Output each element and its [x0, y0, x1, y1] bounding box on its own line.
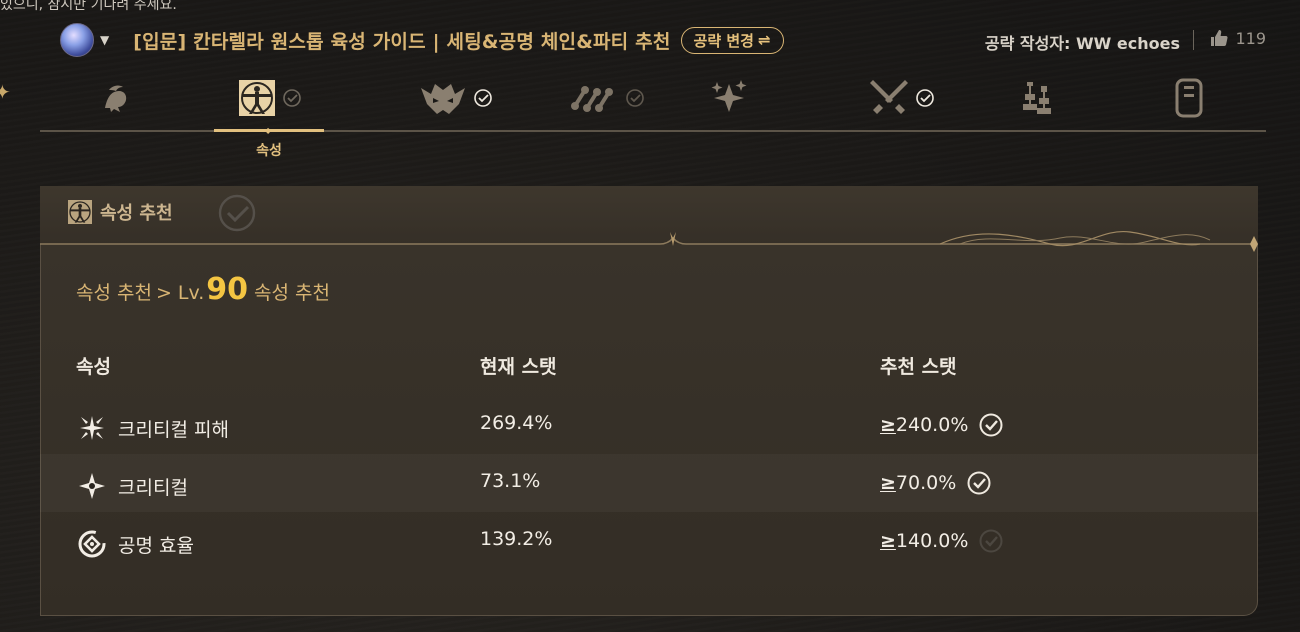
check-circle-icon	[979, 529, 1003, 553]
divider	[1193, 30, 1194, 50]
thumbs-up-icon	[1211, 30, 1228, 46]
recommended-cell: ≥70.0%	[880, 470, 992, 496]
attribute-name-cell: 공명 효율	[76, 528, 194, 560]
active-tab-label: 속성	[256, 143, 282, 159]
attribute-name: 크리티컬	[118, 476, 188, 499]
tab-character[interactable]	[60, 66, 170, 130]
breadcrumb: 속성 추천 > Lv. 90 속성 추천	[76, 272, 330, 307]
swap-arrows-icon: ⇌	[757, 31, 771, 49]
ge-symbol: ≥	[880, 472, 896, 494]
tab-attributes[interactable]	[214, 66, 324, 130]
recommended-cell: ≥240.0%	[880, 412, 1004, 438]
author-label: 공략 작성자: WW echoes	[984, 34, 1180, 53]
guide-tabs	[40, 66, 1266, 132]
tab-notes[interactable]	[1134, 66, 1244, 130]
indicator-diamond-icon: ◆	[265, 126, 272, 135]
check-circle-icon	[979, 413, 1003, 437]
column-attribute: 속성	[76, 356, 111, 378]
check-circle-icon	[474, 89, 492, 107]
character-avatar[interactable]	[60, 23, 94, 57]
panel-title-group: 속성 추천	[66, 198, 173, 226]
sparkle-icon	[711, 80, 747, 112]
notebook-icon	[1175, 78, 1203, 118]
breadcrumb-current: 속성 추천	[254, 282, 331, 304]
tab-echo[interactable]	[400, 66, 510, 130]
guide-header: ▼ [입문] 칸타렐라 원스톱 육성 가이드 | 세팅&공명 체인&파티 추천 …	[40, 18, 1266, 62]
attribute-name-cell: 크리티컬 피해	[76, 412, 229, 444]
panel-title: 속성 추천	[100, 203, 173, 224]
loading-notice: 있으니, 잠시만 기다려 주세요.	[0, 0, 177, 13]
check-circle-icon	[626, 89, 644, 107]
energy-regen-icon	[78, 530, 106, 558]
breadcrumb-separator: >	[155, 282, 172, 304]
ge-symbol: ≥	[880, 414, 896, 436]
guide-title: [입문] 칸타렐라 원스톱 육성 가이드 | 세팅&공명 체인&파티 추천	[133, 30, 671, 53]
tab-resonance-chain[interactable]	[552, 66, 662, 130]
recommended-value: 140.0%	[895, 530, 969, 552]
tab-skills[interactable]	[674, 66, 784, 130]
level-prefix: Lv.	[177, 282, 205, 304]
ornamental-divider	[40, 230, 1258, 252]
character-portrait-icon	[105, 85, 127, 112]
like-button[interactable]: 119	[1209, 28, 1266, 48]
tab-team[interactable]	[982, 66, 1092, 130]
recommended-cell: ≥140.0%	[880, 528, 1004, 554]
level-number: 90	[206, 272, 249, 307]
current-value: 269.4%	[480, 412, 553, 434]
current-value: 73.1%	[480, 470, 541, 492]
chess-icon	[1023, 82, 1051, 114]
recommended-value: 70.0%	[895, 472, 957, 494]
check-circle-icon	[283, 89, 301, 107]
crossed-swords-icon	[870, 80, 908, 114]
change-guide-button[interactable]: 공략 변경 ⇌	[680, 26, 784, 54]
crit-damage-icon	[80, 416, 104, 440]
vitruvian-icon	[68, 200, 92, 224]
current-value: 139.2%	[480, 528, 553, 550]
attribute-name: 공명 효율	[118, 534, 194, 557]
column-recommended: 추천 스탯	[880, 356, 957, 378]
decor-star-icon: ✦	[0, 80, 11, 104]
check-circle-icon	[916, 89, 934, 107]
change-guide-label: 공략 변경	[693, 31, 754, 50]
crit-rate-icon	[79, 473, 105, 499]
check-circle-icon	[967, 471, 991, 495]
ge-symbol: ≥	[880, 530, 896, 552]
echo-mask-icon	[421, 84, 465, 114]
vitruvian-icon	[239, 80, 275, 116]
chevron-down-icon[interactable]: ▼	[100, 33, 109, 47]
like-count: 119	[1235, 28, 1266, 48]
table-row: 공명 효율 139.2% ≥140.0%	[40, 512, 1258, 570]
column-current: 현재 스탯	[480, 356, 557, 378]
chain-nodes-icon	[571, 86, 613, 112]
breadcrumb-root[interactable]: 속성 추천	[76, 278, 152, 305]
recommended-value: 240.0%	[895, 414, 969, 436]
table-row: 크리티컬 73.1% ≥70.0%	[40, 454, 1258, 512]
attribute-name-cell: 크리티컬	[76, 470, 188, 502]
table-row: 크리티컬 피해 269.4% ≥240.0%	[40, 396, 1258, 454]
tab-weapon[interactable]	[846, 66, 956, 130]
table-header: 속성 현재 스탯 추천 스탯	[76, 352, 1226, 382]
attribute-name: 크리티컬 피해	[118, 418, 229, 441]
